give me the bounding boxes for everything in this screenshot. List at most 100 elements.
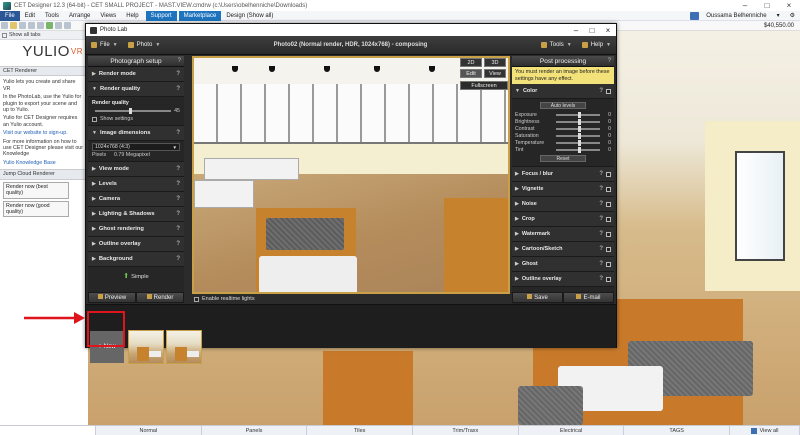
tab-normal[interactable]: Normal: [96, 426, 202, 435]
show-all-tabs-toggle[interactable]: Show all tabs: [0, 31, 87, 40]
render-button[interactable]: Render: [136, 292, 184, 303]
contrast-slider[interactable]: [556, 125, 600, 132]
chevron-right-icon: ▶: [515, 276, 519, 283]
section-noise[interactable]: ▶ Noise?: [512, 197, 614, 213]
show-settings-checkbox[interactable]: [92, 116, 97, 122]
section-focus-blur[interactable]: ▶ Focus / blur?: [512, 167, 614, 183]
color-checkbox[interactable]: [606, 88, 611, 94]
reset-button[interactable]: Reset: [540, 155, 586, 163]
window-wall: [194, 84, 508, 144]
save-icon[interactable]: [19, 22, 26, 29]
print-icon[interactable]: [55, 22, 62, 29]
section-color[interactable]: ▼ Color?: [512, 84, 614, 100]
photo-lab-close-button[interactable]: ×: [600, 26, 616, 35]
help-menu-button[interactable]: Help ▼: [577, 42, 616, 48]
photo-lab-minimize-button[interactable]: –: [568, 26, 584, 35]
section-background[interactable]: ▶ Background?: [88, 252, 184, 267]
menu-edit[interactable]: Edit: [20, 11, 40, 21]
close-button[interactable]: ×: [778, 0, 800, 11]
photo-thumbnail[interactable]: [166, 330, 202, 364]
section-lighting-shadows[interactable]: ▶ Lighting & Shadows?: [88, 207, 184, 222]
section-view-mode[interactable]: ▶ View mode?: [88, 162, 184, 177]
brightness-slider[interactable]: [556, 118, 600, 125]
photo-menu-button[interactable]: Photo ▼: [123, 42, 166, 48]
section-levels[interactable]: ▶ Levels?: [88, 177, 184, 192]
snap-icon[interactable]: [46, 22, 53, 29]
render-preview-view[interactable]: [192, 56, 510, 294]
preview-button[interactable]: Preview: [88, 292, 136, 303]
exposure-slider[interactable]: [556, 111, 600, 118]
fullscreen-button[interactable]: Fullscreen: [460, 81, 508, 90]
new-doc-icon[interactable]: [1, 22, 8, 29]
user-name[interactable]: Oussama Belhenniche: [701, 13, 771, 19]
menu-arrange[interactable]: Arrange: [64, 11, 95, 21]
section-render-quality[interactable]: ▼ Render quality?: [88, 82, 184, 97]
menu-tools[interactable]: Tools: [40, 11, 64, 21]
view-2d-button[interactable]: 2D: [460, 58, 482, 67]
section-outline-overlay-post[interactable]: ▶ Outline overlay?: [512, 272, 614, 288]
photo-thumbnail[interactable]: [128, 330, 164, 364]
checkbox-icon[interactable]: [2, 32, 7, 38]
visit-website-link[interactable]: Visit our website to sign-up.: [0, 129, 87, 137]
help-icon: ?: [176, 86, 180, 92]
section-watermark[interactable]: ▶ Watermark?: [512, 227, 614, 243]
settings-gear-icon[interactable]: ⚙: [785, 12, 800, 19]
dimensions-select[interactable]: 1024x768 (4:3) ▼: [92, 143, 180, 151]
save-button[interactable]: Save: [512, 292, 563, 303]
user-dropdown-icon[interactable]: ▾: [772, 12, 785, 19]
undo-icon[interactable]: [28, 22, 35, 29]
tab-tags[interactable]: TAGS: [624, 426, 731, 435]
view-all-button[interactable]: View all: [730, 426, 800, 435]
menu-file[interactable]: File: [0, 10, 20, 21]
redo-icon[interactable]: [37, 22, 44, 29]
minimize-button[interactable]: –: [734, 0, 756, 11]
simple-mode-toggle[interactable]: ⬆ Simple: [88, 272, 184, 280]
photo-thumbnail-strip: + New: [86, 304, 616, 364]
render-quality-slider[interactable]: [95, 108, 172, 114]
seat-cushion: [518, 386, 583, 425]
photo-lab-maximize-button[interactable]: □: [584, 26, 600, 35]
extensions-panel: Show all tabs YULIO VR CET Renderer Yulio…: [0, 31, 88, 318]
auto-levels-button[interactable]: Auto levels: [540, 102, 586, 110]
saturation-slider[interactable]: [556, 132, 600, 139]
tools-menu-button[interactable]: Tools ▼: [536, 42, 577, 48]
email-button[interactable]: E-mail: [563, 292, 614, 303]
chevron-right-icon: ▶: [515, 171, 519, 178]
section-outline-overlay[interactable]: ▶ Outline overlay?: [88, 237, 184, 252]
realtime-lights-checkbox[interactable]: [194, 296, 199, 302]
cet-renderer-header[interactable]: CET Renderer: [0, 66, 87, 77]
view-3d-button[interactable]: 3D: [484, 58, 506, 67]
design-dropdown[interactable]: Design (Show all): [221, 11, 278, 21]
maximize-button[interactable]: □: [756, 0, 778, 11]
section-ghost[interactable]: ▶ Ghost?: [512, 257, 614, 273]
edit-button[interactable]: Edit: [460, 69, 482, 78]
menu-views[interactable]: Views: [95, 11, 121, 21]
tab-panels[interactable]: Panels: [202, 426, 308, 435]
render-good-button[interactable]: Render now (good quality): [3, 200, 69, 218]
section-ghost-rendering[interactable]: ▶ Ghost rendering?: [88, 222, 184, 237]
realtime-lights-toggle[interactable]: Enable realtime lights: [194, 294, 255, 304]
tab-trim-traxx[interactable]: Trim/Traxx: [413, 426, 519, 435]
render-best-button[interactable]: Render now (best quality): [3, 181, 69, 199]
temperature-slider[interactable]: [556, 139, 600, 146]
knowledge-base-link[interactable]: Yulio Knowledge Base: [0, 159, 87, 167]
section-camera[interactable]: ▶ Camera?: [88, 192, 184, 207]
tab-electrical[interactable]: Electrical: [519, 426, 625, 435]
section-cartoon-sketch[interactable]: ▶ Cartoon/Sketch?: [512, 242, 614, 258]
file-menu-button[interactable]: File ▼: [86, 42, 123, 48]
tab-tiles[interactable]: Tiles: [307, 426, 414, 435]
grid-icon[interactable]: [64, 22, 71, 29]
jump-cloud-header[interactable]: Jump Cloud Renderer: [0, 169, 87, 180]
section-crop[interactable]: ▶ Crop?: [512, 212, 614, 228]
view-button[interactable]: View: [484, 69, 506, 78]
open-folder-icon[interactable]: [10, 22, 17, 29]
marketplace-button[interactable]: Marketplace: [178, 10, 222, 21]
section-vignette[interactable]: ▶ Vignette?: [512, 182, 614, 198]
section-render-mode[interactable]: ▶ Render mode?: [88, 67, 184, 82]
section-image-dimensions[interactable]: ▼ Image dimensions?: [88, 126, 184, 141]
slider-knob[interactable]: [129, 108, 133, 114]
support-button[interactable]: Support: [145, 10, 177, 21]
menu-help[interactable]: Help: [121, 11, 143, 21]
tint-slider[interactable]: [556, 146, 600, 153]
help-icon: ?: [599, 201, 603, 208]
